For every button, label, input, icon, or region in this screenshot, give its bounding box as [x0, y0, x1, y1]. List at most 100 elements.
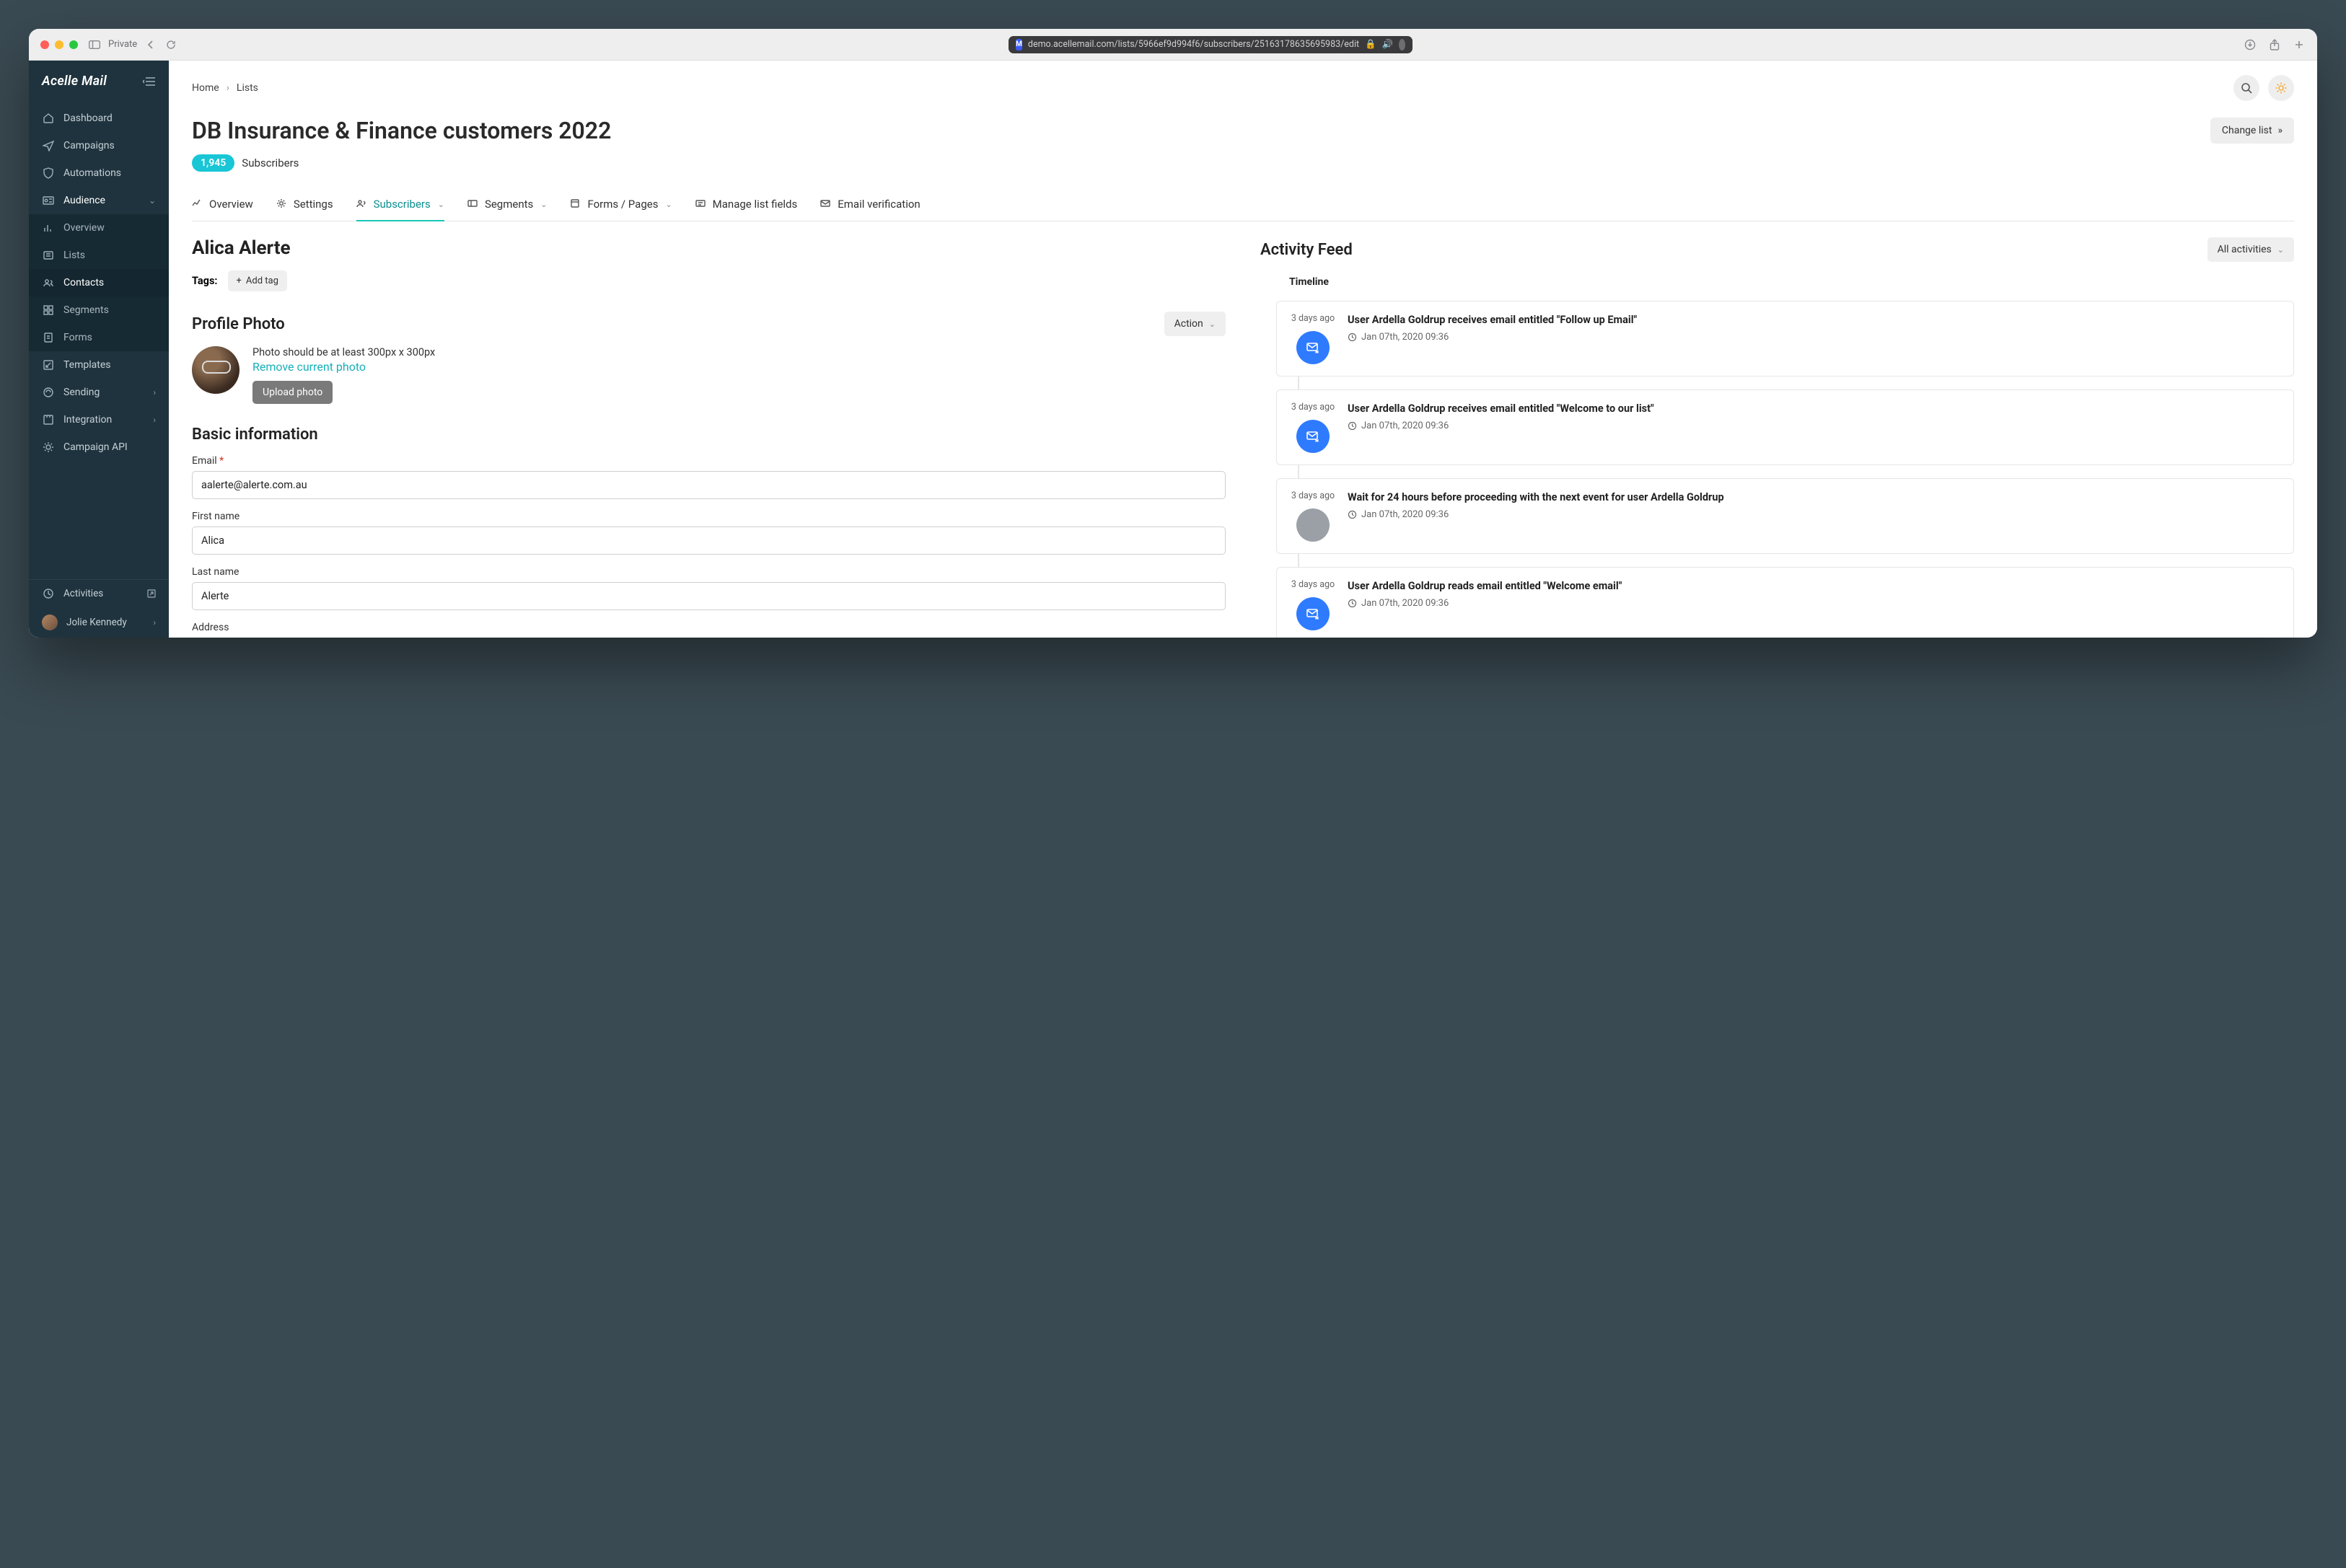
tab-overview[interactable]: Overview — [192, 190, 253, 221]
toolbar-left: Private — [88, 38, 177, 51]
share-icon[interactable] — [2268, 38, 2281, 51]
page-title: DB Insurance & Finance customers 2022 — [192, 117, 611, 144]
breadcrumb-home[interactable]: Home — [192, 82, 219, 94]
integration-icon — [42, 413, 55, 426]
nav-campaigns[interactable]: Campaigns — [29, 132, 169, 159]
breadcrumb-separator: › — [227, 82, 229, 94]
event-card[interactable]: 3 days agoWait for 24 hours before proce… — [1276, 478, 2294, 554]
right-column: Activity Feed All activities⌄ Timeline 3… — [1260, 237, 2294, 638]
forms-icon — [42, 331, 55, 344]
theme-toggle-button[interactable] — [2268, 75, 2294, 101]
audience-icon — [42, 194, 55, 207]
contacts-icon — [42, 276, 55, 289]
timeline-label: Timeline — [1289, 276, 2294, 288]
tab-segments[interactable]: Segments⌄ — [467, 190, 548, 221]
email-field[interactable] — [192, 471, 1226, 499]
sidebar: Acelle Mail Dashboard Campaigns Automati… — [29, 61, 169, 638]
chevron-right-icon: › — [153, 617, 156, 627]
event-title: User Ardella Goldrup reads email entitle… — [1348, 579, 2280, 594]
back-icon[interactable] — [144, 38, 157, 51]
nav-audience-segments[interactable]: Segments — [29, 296, 169, 324]
send-icon — [42, 139, 55, 152]
downloads-icon[interactable] — [2244, 38, 2257, 51]
upload-photo-button[interactable]: Upload photo — [252, 381, 333, 404]
nav-user[interactable]: Jolie Kennedy› — [29, 607, 169, 638]
mail-sent-icon — [1296, 331, 1330, 364]
activity-filter-button[interactable]: All activities⌄ — [2207, 237, 2294, 262]
sidebar-icon[interactable] — [88, 38, 101, 51]
change-list-button[interactable]: Change list» — [2210, 118, 2294, 144]
mail-sent-icon — [1296, 597, 1330, 630]
tags-label: Tags: — [192, 275, 218, 287]
minimize-window-button[interactable] — [55, 40, 63, 49]
mailcheck-icon — [820, 198, 832, 210]
list-tabs: Overview Settings Subscribers⌄ Segments⌄… — [192, 190, 2294, 221]
tab-settings[interactable]: Settings — [276, 190, 333, 221]
event-card[interactable]: 3 days agoUser Ardella Goldrup reads ema… — [1276, 567, 2294, 638]
chevron-down-icon: ⌄ — [149, 195, 156, 206]
basic-info-heading: Basic information — [192, 426, 1226, 444]
first-name-field[interactable] — [192, 527, 1226, 555]
api-icon — [42, 441, 55, 454]
extension-badge[interactable] — [1399, 39, 1405, 50]
collapse-sidebar-icon[interactable] — [143, 77, 156, 86]
tab-manage-fields[interactable]: Manage list fields — [695, 190, 798, 221]
external-icon — [147, 589, 156, 598]
event-card[interactable]: 3 days ago User Ardella Goldrup receives … — [1276, 389, 2294, 465]
event-ago: 3 days ago — [1291, 402, 1335, 413]
reload-icon[interactable] — [164, 38, 177, 51]
photo-action-button[interactable]: Action⌄ — [1164, 312, 1226, 336]
new-tab-icon[interactable] — [2293, 38, 2306, 51]
chevron-right-icon: › — [153, 415, 156, 425]
nav-activities[interactable]: Activities — [29, 580, 169, 607]
zoom-window-button[interactable] — [69, 40, 78, 49]
breadcrumb-lists[interactable]: Lists — [237, 82, 258, 94]
nav-audience-contacts[interactable]: Contacts — [29, 269, 169, 296]
nav: Dashboard Campaigns Automations Audience… — [29, 105, 169, 214]
last-name-label: Last name — [192, 566, 1226, 578]
last-name-field[interactable] — [192, 582, 1226, 610]
titlebar: Private M demo.acellemail.com/lists/5966… — [29, 29, 2317, 61]
nav-integration[interactable]: Integration› — [29, 406, 169, 433]
photo-hint: Photo should be at least 300px x 300px — [252, 346, 435, 358]
chevron-down-icon: ⌄ — [665, 200, 672, 209]
nav-campaign-api[interactable]: Campaign API — [29, 433, 169, 461]
chevron-down-icon: ⌄ — [540, 200, 547, 209]
fields-icon — [695, 198, 707, 210]
event-title: User Ardella Goldrup receives email enti… — [1348, 402, 2280, 416]
nav-audience-lists[interactable]: Lists — [29, 242, 169, 269]
nav-dashboard[interactable]: Dashboard — [29, 105, 169, 132]
address-bar[interactable]: M demo.acellemail.com/lists/5966ef9d994f… — [1009, 36, 1413, 53]
event-time: Jan 07th, 2020 09:36 — [1348, 332, 2280, 343]
event-card[interactable]: 3 days agoUser Ardella Goldrup receives … — [1276, 301, 2294, 376]
chevron-down-icon: ⌄ — [2277, 245, 2284, 255]
template-icon — [42, 358, 55, 371]
close-window-button[interactable] — [40, 40, 49, 49]
private-label: Private — [108, 39, 137, 50]
app-shell: Acelle Mail Dashboard Campaigns Automati… — [29, 61, 2317, 638]
tab-email-verification[interactable]: Email verification — [820, 190, 920, 221]
people-icon — [356, 198, 368, 210]
tab-forms-pages[interactable]: Forms / Pages⌄ — [570, 190, 672, 221]
nav-automations[interactable]: Automations — [29, 159, 169, 187]
speaker-icon[interactable]: 🔊 — [1382, 39, 1394, 50]
search-button[interactable] — [2233, 75, 2259, 101]
nav-audience[interactable]: Audience⌄ — [29, 187, 169, 214]
add-tag-button[interactable]: +Add tag — [228, 270, 287, 291]
subscriber-name: Alica Alerte — [192, 237, 1226, 259]
nav-templates[interactable]: Templates — [29, 351, 169, 379]
event-ago: 3 days ago — [1291, 490, 1335, 501]
user-avatar-icon — [42, 615, 58, 630]
gear-icon — [276, 198, 288, 210]
segments-icon — [42, 304, 55, 317]
brand-logo[interactable]: Acelle Mail — [42, 74, 107, 89]
nav-audience-forms[interactable]: Forms — [29, 324, 169, 351]
nav-audience-overview[interactable]: Overview — [29, 214, 169, 242]
remove-photo-link[interactable]: Remove current photo — [252, 360, 435, 374]
plus-icon: + — [237, 276, 242, 286]
window-controls — [40, 40, 78, 49]
url-text: demo.acellemail.com/lists/5966ef9d994f6/… — [1028, 39, 1359, 50]
timeline-event: 3 days ago User Ardella Goldrup receives … — [1289, 389, 2294, 465]
nav-sending[interactable]: Sending› — [29, 379, 169, 406]
tab-subscribers[interactable]: Subscribers⌄ — [356, 190, 444, 221]
